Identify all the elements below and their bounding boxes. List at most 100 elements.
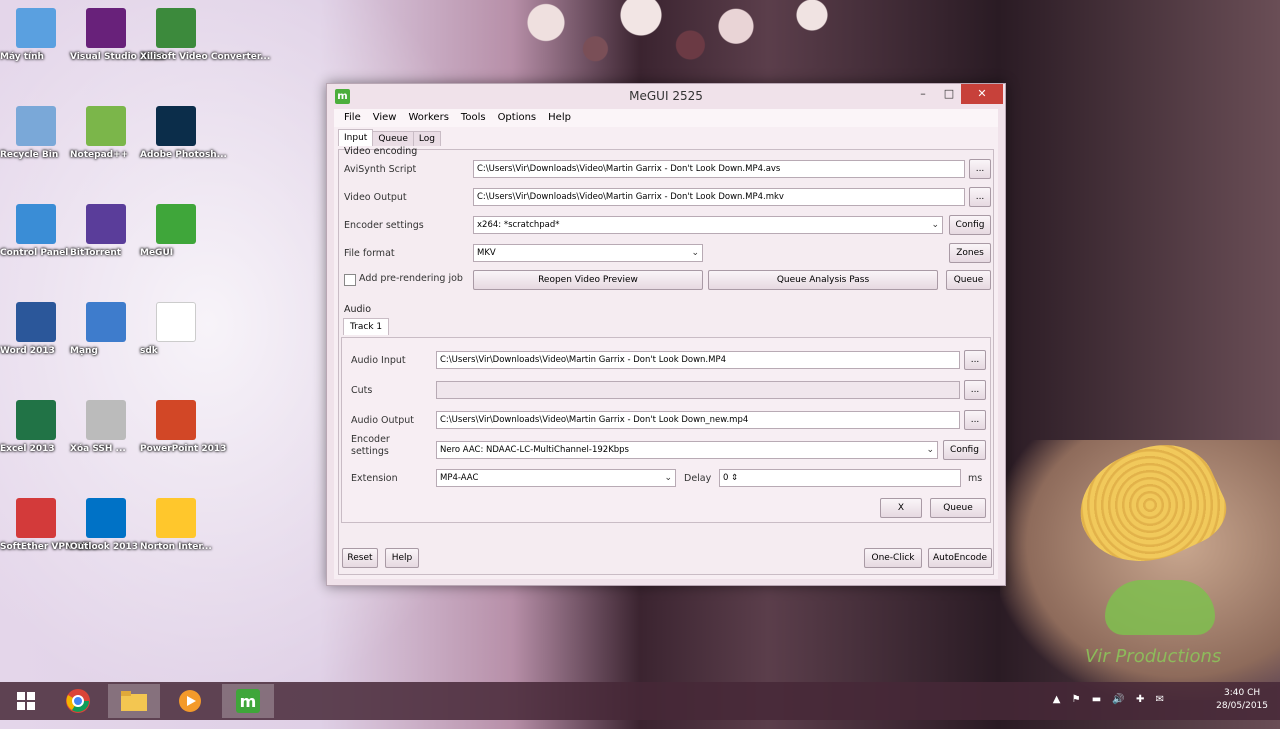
menu-view[interactable]: View — [367, 109, 403, 127]
help-button[interactable]: Help — [385, 548, 419, 568]
powerpoint-icon — [156, 400, 196, 440]
video-output-browse-button[interactable]: ... — [969, 187, 991, 207]
chevron-down-icon: ⌄ — [664, 473, 672, 483]
desktop-icon-visual-studio[interactable]: Visual Studio 2013 — [70, 8, 165, 62]
desktop-icon-megui[interactable]: MeGUI — [140, 204, 212, 258]
desktop-icon-computer[interactable]: Máy tính — [0, 8, 72, 62]
clock[interactable]: 3:40 CH 28/05/2015 — [1216, 687, 1268, 713]
menu-bar: File View Workers Tools Options Help — [334, 109, 998, 127]
desktop-icon-label: Adobe Photosh... — [140, 150, 227, 160]
audio-track-panel: Audio Input C:\Users\Vir\Downloads\Video… — [341, 337, 991, 523]
video-output-label: Video Output — [344, 192, 407, 203]
desktop-icon-label: Xilisoft Video Converter... — [140, 52, 271, 62]
reopen-preview-button[interactable]: Reopen Video Preview — [473, 270, 703, 290]
desktop-icon-video-converter[interactable]: Xilisoft Video Converter... — [140, 8, 270, 62]
desktop-icon-outlook[interactable]: Outlook 2013 — [70, 498, 142, 552]
desktop-icon-tool[interactable]: Xóa SSH ... — [70, 400, 142, 454]
taskbar-chrome[interactable] — [52, 684, 104, 718]
audio-group-title: Audio — [344, 304, 372, 315]
audio-input-label: Audio Input — [351, 355, 406, 366]
spinner-icon[interactable]: ⇕ — [731, 473, 738, 483]
video-encoder-label: Encoder settings — [344, 220, 424, 231]
menu-tools[interactable]: Tools — [455, 109, 492, 127]
desktop-icon-label: sdk — [140, 346, 158, 356]
queue-analysis-button[interactable]: Queue Analysis Pass — [708, 270, 938, 290]
video-converter-icon — [156, 8, 196, 48]
desktop-icon-file[interactable]: sdk — [140, 302, 212, 356]
video-queue-button[interactable]: Queue — [946, 270, 991, 290]
video-encoder-select[interactable]: x264: *scratchpad* ⌄ — [473, 216, 943, 234]
control-panel-icon — [16, 204, 56, 244]
reset-button[interactable]: Reset — [342, 548, 378, 568]
audio-output-browse-button[interactable]: ... — [964, 410, 986, 430]
desktop-icon-label: Norton Inter... — [140, 542, 212, 552]
minimize-button[interactable]: – — [909, 84, 937, 104]
audio-input-browse-button[interactable]: ... — [964, 350, 986, 370]
file-format-select[interactable]: MKV ⌄ — [473, 244, 703, 262]
clock-time: 3:40 CH — [1224, 688, 1261, 698]
audio-input-field[interactable]: C:\Users\Vir\Downloads\Video\Martin Garr… — [436, 351, 960, 369]
menu-help[interactable]: Help — [542, 109, 577, 127]
tab-input[interactable]: Input — [338, 129, 374, 146]
tab-queue[interactable]: Queue — [372, 131, 414, 146]
desktop-icon-recycle-bin[interactable]: Recycle Bin — [0, 106, 72, 160]
desktop-icon-control-panel[interactable]: Control Panel — [0, 204, 72, 258]
photoshop-icon — [156, 106, 196, 146]
zones-button[interactable]: Zones — [949, 243, 991, 263]
desktop-icon-label: Xóa SSH ... — [70, 444, 126, 454]
audio-encoder-value: Nero AAC: NDAAC-LC-MultiChannel-192Kbps — [440, 445, 629, 455]
extension-select[interactable]: MP4-AAC ⌄ — [436, 469, 676, 487]
system-tray[interactable]: ▲ ⚑ ▬ 🔊 ✚ ✉ — [1053, 694, 1168, 705]
desktop-icon-network[interactable]: Mạng — [70, 302, 142, 356]
delay-stepper[interactable]: 0 ⇕ — [719, 469, 961, 487]
desktop-icon-label: MeGUI — [140, 248, 174, 258]
desktop-icon-photoshop[interactable]: Adobe Photosh... — [140, 106, 227, 160]
desktop-icon-label: Control Panel — [0, 248, 69, 258]
visual-studio-icon — [86, 8, 126, 48]
megui-icon: m — [236, 689, 260, 713]
menu-workers[interactable]: Workers — [402, 109, 454, 127]
taskbar-explorer[interactable] — [108, 684, 160, 718]
bittorrent-icon — [86, 204, 126, 244]
oneclick-button[interactable]: One-Click — [864, 548, 922, 568]
delay-label: Delay — [684, 473, 712, 484]
chrome-icon — [66, 689, 90, 713]
desktop-icon-norton[interactable]: Norton Inter... — [140, 498, 212, 552]
audio-encoder-select[interactable]: Nero AAC: NDAAC-LC-MultiChannel-192Kbps … — [436, 441, 938, 459]
windows-logo-icon — [17, 692, 35, 710]
desktop-icon-vpn[interactable]: SoftEther VPN Cli... — [0, 498, 99, 552]
maximize-button[interactable]: □ — [935, 84, 963, 104]
folder-icon — [121, 691, 147, 711]
desktop-icon-bittorrent[interactable]: BitTorrent — [70, 204, 142, 258]
watermark: Vir Productions — [1085, 580, 1245, 670]
window-title: MeGUI 2525 — [629, 89, 703, 103]
desktop-icon-label: Máy tính — [0, 52, 44, 62]
start-button[interactable] — [0, 684, 52, 718]
menu-options[interactable]: Options — [492, 109, 543, 127]
cuts-field[interactable] — [436, 381, 960, 399]
avisynth-field[interactable]: C:\Users\Vir\Downloads\Video\Martin Garr… — [473, 160, 965, 178]
cuts-browse-button[interactable]: ... — [964, 380, 986, 400]
taskbar-megui[interactable]: m — [222, 684, 274, 718]
tab-track-1[interactable]: Track 1 — [343, 318, 390, 335]
audio-queue-button[interactable]: Queue — [930, 498, 986, 518]
video-config-button[interactable]: Config — [949, 215, 991, 235]
desktop-icon-word[interactable]: Word 2013 — [0, 302, 72, 356]
audio-encoder-label: Encoder settings — [351, 434, 390, 457]
menu-file[interactable]: File — [338, 109, 367, 127]
desktop-icon-notepad-plus[interactable]: Notepad++ — [70, 106, 142, 160]
autoencode-button[interactable]: AutoEncode — [928, 548, 992, 568]
video-output-field[interactable]: C:\Users\Vir\Downloads\Video\Martin Garr… — [473, 188, 965, 206]
taskbar-media-player[interactable] — [164, 684, 216, 718]
desktop-icon-powerpoint[interactable]: PowerPoint 2013 — [140, 400, 226, 454]
tab-log[interactable]: Log — [412, 131, 441, 146]
close-button[interactable]: ✕ — [961, 84, 1003, 104]
extension-label: Extension — [351, 473, 398, 484]
desktop-icon-label: PowerPoint 2013 — [140, 444, 227, 454]
audio-output-field[interactable]: C:\Users\Vir\Downloads\Video\Martin Garr… — [436, 411, 960, 429]
prerender-checkbox[interactable] — [344, 274, 356, 286]
audio-remove-button[interactable]: X — [880, 498, 922, 518]
desktop-icon-excel[interactable]: Excel 2013 — [0, 400, 72, 454]
audio-config-button[interactable]: Config — [943, 440, 986, 460]
avisynth-browse-button[interactable]: ... — [969, 159, 991, 179]
